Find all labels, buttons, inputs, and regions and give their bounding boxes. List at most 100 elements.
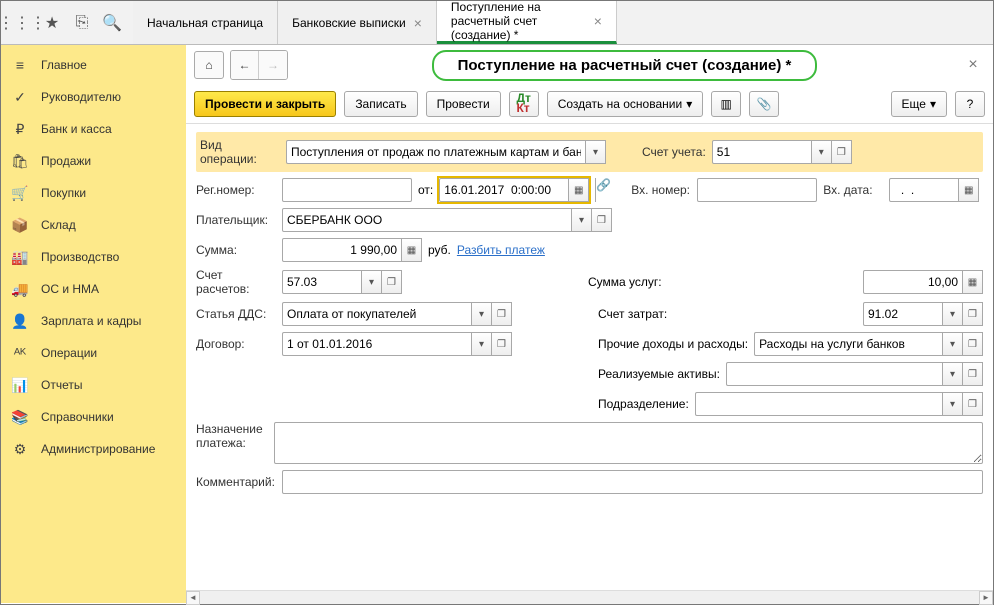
back-button[interactable]: ←	[231, 51, 259, 79]
link-icon[interactable]: 🔗	[595, 178, 617, 202]
dropdown-icon[interactable]: ▾	[943, 392, 963, 416]
close-icon[interactable]: ×	[594, 13, 602, 29]
help-button[interactable]: ?	[955, 91, 985, 117]
op-type-combo[interactable]: ▾	[286, 140, 606, 164]
dtkt-button[interactable]: ДтКт	[509, 91, 539, 117]
open-icon[interactable]: ❐	[492, 332, 512, 356]
sidebar-item-12[interactable]: ⚙Администрирование	[1, 433, 186, 465]
calendar-icon[interactable]: ▦	[959, 178, 979, 202]
dropdown-icon[interactable]: ▾	[943, 302, 963, 326]
history-icon[interactable]: ⎘	[67, 1, 97, 45]
tab-home[interactable]: Начальная страница	[133, 1, 278, 44]
close-icon[interactable]: ×	[414, 15, 422, 31]
open-icon[interactable]: ❐	[963, 362, 983, 386]
tab-bank[interactable]: Банковские выписки ×	[278, 1, 437, 44]
cost-acc-input[interactable]	[863, 302, 943, 326]
dropdown-icon[interactable]: ▾	[362, 270, 382, 294]
sidebar-item-10[interactable]: 📊Отчеты	[1, 369, 186, 401]
sidebar-item-6[interactable]: 🏭Производство	[1, 241, 186, 273]
sidebar-item-1[interactable]: ✓Руководителю	[1, 81, 186, 113]
date-combo[interactable]: ▦	[439, 178, 589, 202]
open-icon[interactable]: ❐	[963, 392, 983, 416]
open-icon[interactable]: ❐	[382, 270, 402, 294]
purpose-input[interactable]	[274, 422, 983, 464]
reg-input[interactable]	[282, 178, 412, 202]
division-combo[interactable]: ▾❐	[695, 392, 983, 416]
settle-input[interactable]	[282, 270, 362, 294]
tab-receipt[interactable]: Поступление на расчетный счет (создание)…	[437, 1, 617, 44]
sidebar-item-9[interactable]: ᴬᴷОперации	[1, 337, 186, 369]
horizontal-scrollbar[interactable]: ◄ ►	[186, 590, 993, 604]
open-icon[interactable]: ❐	[963, 332, 983, 356]
dds-combo[interactable]: ▾❐	[282, 302, 512, 326]
home-button[interactable]: ⌂	[194, 51, 224, 79]
sum-input[interactable]	[282, 238, 402, 262]
close-button[interactable]: ×	[961, 56, 985, 74]
sidebar-item-8[interactable]: 👤Зарплата и кадры	[1, 305, 186, 337]
scroll-track[interactable]	[200, 591, 979, 605]
dds-input[interactable]	[282, 302, 472, 326]
dropdown-icon[interactable]: ▾	[943, 332, 963, 356]
open-icon[interactable]: ❐	[832, 140, 852, 164]
forward-button[interactable]: →	[259, 51, 287, 79]
service-sum-combo[interactable]: ▦	[863, 270, 983, 294]
dropdown-icon[interactable]: ▾	[572, 208, 592, 232]
dropdown-icon[interactable]: ▾	[472, 332, 492, 356]
post-button[interactable]: Провести	[426, 91, 501, 117]
in-date-input[interactable]	[889, 178, 959, 202]
assets-combo[interactable]: ▾❐	[726, 362, 983, 386]
scroll-right-icon[interactable]: ►	[979, 591, 993, 605]
star-icon[interactable]: ★	[37, 1, 67, 45]
search-icon[interactable]: 🔍	[97, 1, 127, 45]
payer-input[interactable]	[282, 208, 572, 232]
open-icon[interactable]: ❐	[592, 208, 612, 232]
account-combo[interactable]: ▾❐	[712, 140, 852, 164]
payer-combo[interactable]: ▾❐	[282, 208, 612, 232]
sidebar-item-0[interactable]: ≡Главное	[1, 49, 186, 81]
dds-label: Статья ДДС:	[196, 307, 276, 321]
op-type-input[interactable]	[286, 140, 586, 164]
service-sum-input[interactable]	[863, 270, 963, 294]
assets-input[interactable]	[726, 362, 943, 386]
dropdown-icon[interactable]: ▾	[472, 302, 492, 326]
more-button[interactable]: Еще ▾	[891, 91, 947, 117]
sidebar-item-11[interactable]: 📚Справочники	[1, 401, 186, 433]
dropdown-icon[interactable]: ▾	[586, 140, 606, 164]
attach-button[interactable]: 📎	[749, 91, 779, 117]
sum-combo[interactable]: ▦	[282, 238, 422, 262]
cost-acc-combo[interactable]: ▾❐	[863, 302, 983, 326]
calendar-icon[interactable]: ▦	[569, 178, 589, 202]
settle-combo[interactable]: ▾❐	[282, 270, 402, 294]
in-date-combo[interactable]: ▦	[889, 178, 979, 202]
post-and-close-button[interactable]: Провести и закрыть	[194, 91, 336, 117]
comment-input[interactable]	[282, 470, 983, 494]
date-input[interactable]	[439, 178, 569, 202]
sidebar-item-7[interactable]: 🚚ОС и НМА	[1, 273, 186, 305]
create-based-button[interactable]: Создать на основании ▾	[547, 91, 704, 117]
in-no-input[interactable]	[697, 178, 817, 202]
sidebar-item-4[interactable]: 🛒Покупки	[1, 177, 186, 209]
tab-label: Банковские выписки	[292, 16, 406, 30]
open-icon[interactable]: ❐	[963, 302, 983, 326]
dropdown-icon[interactable]: ▾	[812, 140, 832, 164]
sidebar-item-3[interactable]: 🛍Продажи	[1, 145, 186, 177]
sidebar-item-2[interactable]: ₽Банк и касса	[1, 113, 186, 145]
open-icon[interactable]: ❐	[492, 302, 512, 326]
sidebar: ≡Главное✓Руководителю₽Банк и касса🛍Прода…	[1, 45, 186, 603]
title-bar: ⌂ ← → Поступление на расчетный счет (соз…	[186, 45, 993, 85]
other-input[interactable]	[754, 332, 943, 356]
division-input[interactable]	[695, 392, 943, 416]
calc-icon[interactable]: ▦	[963, 270, 983, 294]
sidebar-item-5[interactable]: 📦Склад	[1, 209, 186, 241]
save-button[interactable]: Записать	[344, 91, 417, 117]
other-combo[interactable]: ▾❐	[754, 332, 983, 356]
split-link[interactable]: Разбить платеж	[457, 243, 545, 257]
contract-combo[interactable]: ▾❐	[282, 332, 512, 356]
contract-input[interactable]	[282, 332, 472, 356]
calc-icon[interactable]: ▦	[402, 238, 422, 262]
scroll-left-icon[interactable]: ◄	[186, 591, 200, 605]
account-input[interactable]	[712, 140, 812, 164]
apps-icon[interactable]: ⋮⋮⋮	[7, 1, 37, 45]
dropdown-icon[interactable]: ▾	[943, 362, 963, 386]
report-button[interactable]: ▥	[711, 91, 741, 117]
